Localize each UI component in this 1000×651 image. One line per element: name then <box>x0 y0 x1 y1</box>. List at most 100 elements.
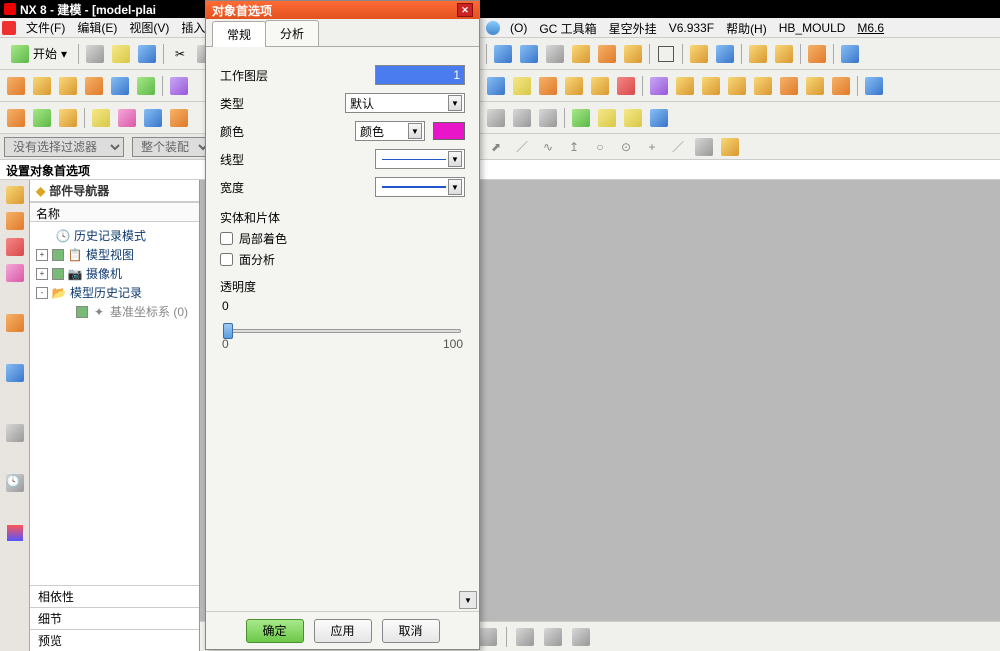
save-button[interactable] <box>135 42 159 66</box>
tool-fit[interactable] <box>4 106 28 130</box>
r4-d[interactable]: ↥ <box>562 135 586 159</box>
checkbox-icon[interactable] <box>52 249 64 261</box>
menu-plugin[interactable]: 星空外挂 <box>603 18 663 39</box>
r4-j[interactable] <box>718 135 742 159</box>
r4-h[interactable]: ／ <box>666 135 690 159</box>
r4-e[interactable]: ○ <box>588 135 612 159</box>
filter-selector-2[interactable]: 整个装配 <box>132 137 212 157</box>
width-select[interactable]: ▼ <box>375 177 465 197</box>
r1-k[interactable] <box>772 42 796 66</box>
scroll-down-button[interactable]: ▼ <box>459 591 477 609</box>
tool-db[interactable] <box>56 106 80 130</box>
checkbox-icon[interactable] <box>76 306 88 318</box>
r2-n[interactable] <box>829 74 853 98</box>
menu-file[interactable]: 文件(F) <box>20 17 71 38</box>
checkbox-input[interactable] <box>220 253 233 266</box>
r1-d[interactable] <box>569 42 593 66</box>
tool-expr[interactable] <box>115 106 139 130</box>
tree-model-history[interactable]: - 📂 模型历史记录 <box>36 283 193 302</box>
expand-icon[interactable]: + <box>36 268 48 280</box>
local-color-checkbox[interactable]: 局部着色 <box>220 230 465 247</box>
r2-j[interactable] <box>725 74 749 98</box>
r2-k[interactable] <box>751 74 775 98</box>
navigator-preview[interactable]: 预览 <box>30 629 199 651</box>
checkbox-icon[interactable] <box>52 268 64 280</box>
r2-h[interactable] <box>673 74 697 98</box>
menu-help[interactable]: 帮助(H) <box>720 18 773 39</box>
ok-button[interactable]: 确定 <box>246 619 304 643</box>
apply-button[interactable]: 应用 <box>314 619 372 643</box>
r3-f[interactable] <box>621 106 645 130</box>
iconbar-web[interactable] <box>4 362 26 384</box>
menu-window[interactable]: (O) <box>504 19 533 37</box>
r2-e[interactable] <box>588 74 612 98</box>
navigator-deps[interactable]: 相依性 <box>30 585 199 607</box>
color-swatch[interactable] <box>433 122 465 140</box>
tool-layers[interactable] <box>30 106 54 130</box>
dialog-close-button[interactable]: ✕ <box>457 3 473 17</box>
tool-undo[interactable] <box>167 106 191 130</box>
transparency-slider[interactable] <box>224 329 461 333</box>
slider-thumb[interactable] <box>223 323 233 339</box>
tree-model-views[interactable]: + 📋 模型视图 <box>36 245 193 264</box>
r1-c[interactable] <box>543 42 567 66</box>
r1-b[interactable] <box>517 42 541 66</box>
color-select[interactable]: 颜色 ▼ <box>355 121 425 141</box>
menu-gc[interactable]: GC 工具箱 <box>533 18 602 39</box>
btool-a6[interactable] <box>541 625 565 649</box>
r2-o[interactable] <box>862 74 886 98</box>
tool-measure[interactable] <box>89 106 113 130</box>
type-select[interactable]: 默认 ▼ <box>345 93 465 113</box>
r4-f[interactable]: ⊙ <box>614 135 638 159</box>
r3-b[interactable] <box>510 106 534 130</box>
tool-extrude[interactable] <box>134 74 158 98</box>
r4-g[interactable]: + <box>640 135 664 159</box>
r3-c[interactable] <box>536 106 560 130</box>
r2-l[interactable] <box>777 74 801 98</box>
btool-a5[interactable] <box>513 625 537 649</box>
r3-g[interactable] <box>647 106 671 130</box>
tree-history-mode[interactable]: 🕓 历史记录模式 <box>36 226 193 245</box>
r3-a[interactable] <box>484 106 508 130</box>
menu-view[interactable]: 视图(V) <box>123 17 175 38</box>
r3-d[interactable] <box>569 106 593 130</box>
r4-i[interactable] <box>692 135 716 159</box>
r1-l[interactable] <box>805 42 829 66</box>
r4-c[interactable]: ∿ <box>536 135 560 159</box>
linetype-select[interactable]: ▼ <box>375 149 465 169</box>
start-button[interactable]: 开始 ▾ <box>4 42 74 66</box>
r2-i[interactable] <box>699 74 723 98</box>
r4-b[interactable]: ／ <box>510 135 534 159</box>
r1-i[interactable] <box>713 42 737 66</box>
open-button[interactable] <box>109 42 133 66</box>
navigator-details[interactable]: 细节 <box>30 607 199 629</box>
collapse-icon[interactable]: - <box>36 287 48 299</box>
r2-f[interactable] <box>614 74 638 98</box>
tab-analysis[interactable]: 分析 <box>265 20 319 46</box>
iconbar-history[interactable]: 🕓 <box>4 472 26 494</box>
filter-selector-1[interactable]: 没有选择过滤器 <box>4 137 124 157</box>
r1-j[interactable] <box>746 42 770 66</box>
tool-sphere[interactable] <box>108 74 132 98</box>
expand-icon[interactable]: + <box>36 249 48 261</box>
tool-edit[interactable] <box>141 106 165 130</box>
iconbar-assembly[interactable] <box>4 210 26 232</box>
r1-g[interactable] <box>654 42 678 66</box>
r1-f[interactable] <box>621 42 645 66</box>
iconbar-roles[interactable] <box>4 522 26 544</box>
tool-revolve[interactable] <box>167 74 191 98</box>
work-layer-input[interactable] <box>375 65 465 85</box>
r2-b[interactable] <box>510 74 534 98</box>
tool-cylinder[interactable] <box>56 74 80 98</box>
r2-c[interactable] <box>536 74 560 98</box>
btool-a7[interactable] <box>569 625 593 649</box>
r1-e[interactable] <box>595 42 619 66</box>
iconbar-constraint[interactable] <box>4 236 26 258</box>
cancel-button[interactable]: 取消 <box>382 619 440 643</box>
r2-d[interactable] <box>562 74 586 98</box>
navigator-column-name[interactable]: 名称 <box>30 202 199 222</box>
r4-a[interactable]: ⬈ <box>484 135 508 159</box>
r2-a[interactable] <box>484 74 508 98</box>
r1-h[interactable] <box>687 42 711 66</box>
r1-a[interactable] <box>491 42 515 66</box>
